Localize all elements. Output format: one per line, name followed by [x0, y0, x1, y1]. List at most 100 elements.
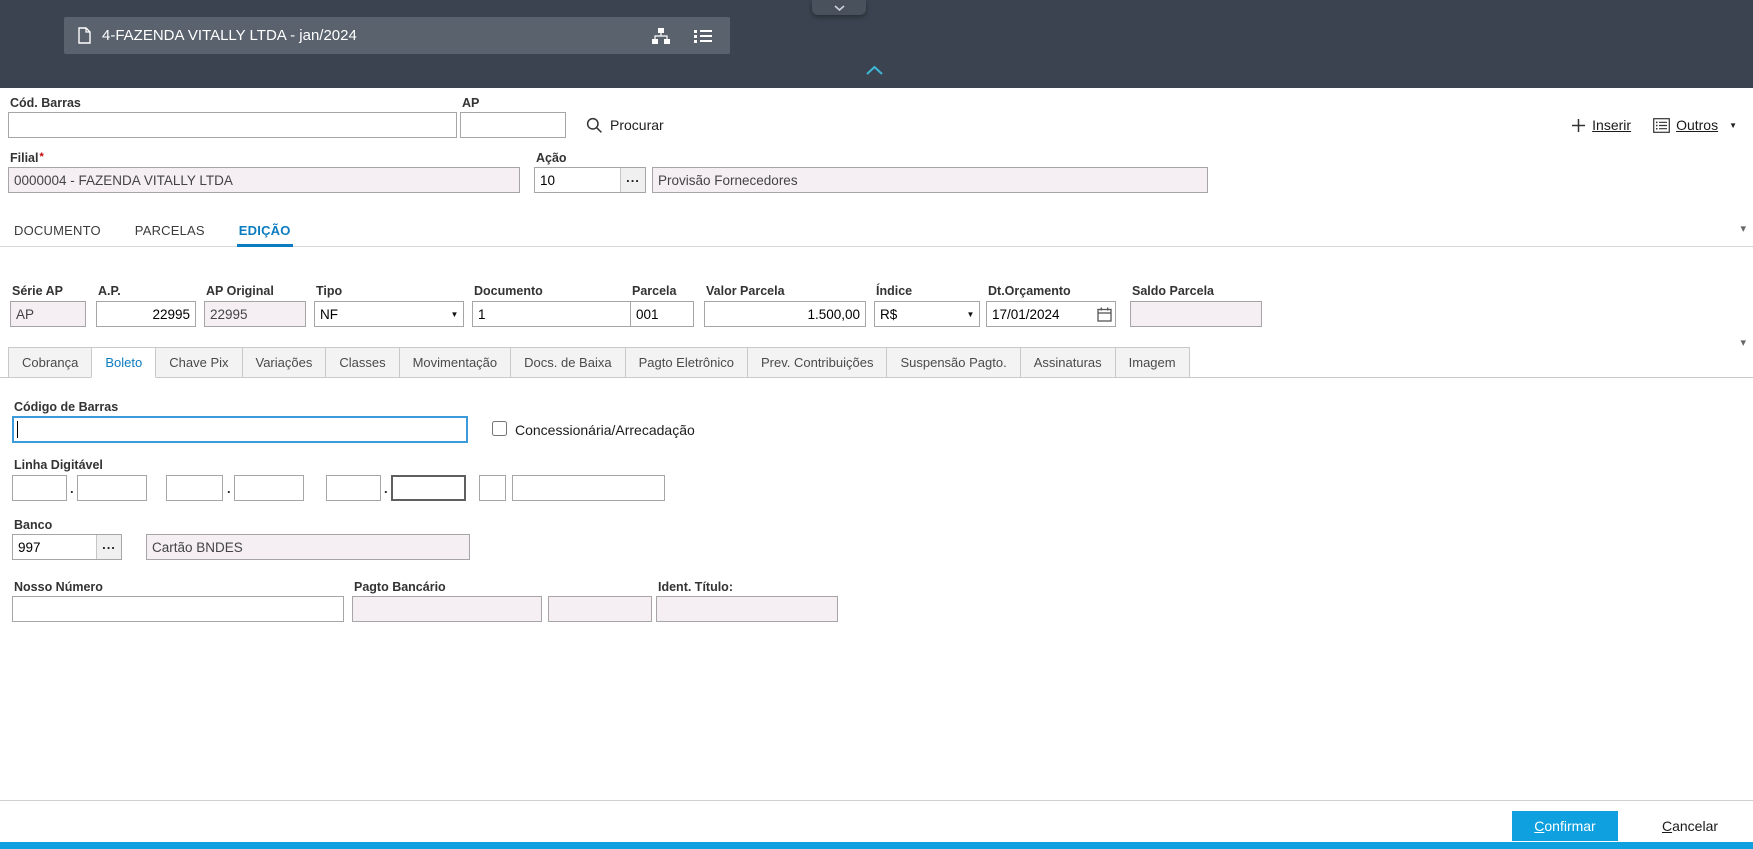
dt-orcamento-input[interactable]: [987, 302, 1093, 326]
linha-separator-dot: .: [227, 481, 231, 496]
documento-label: Documento: [474, 284, 543, 298]
subtab-suspensao-pagto[interactable]: Suspensão Pagto.: [886, 347, 1021, 378]
ap-label: AP: [462, 96, 480, 110]
ap-original-label: AP Original: [206, 284, 274, 298]
inserir-button[interactable]: Inserir: [1571, 117, 1631, 133]
subtab-prev-contribuicoes[interactable]: Prev. Contribuições: [746, 347, 888, 378]
ap-input[interactable]: [460, 112, 566, 138]
linha-digitavel-field-6[interactable]: [391, 475, 466, 501]
acao-lookup-button[interactable]: ...: [620, 168, 645, 192]
linha-separator-dot: .: [384, 481, 388, 496]
cod-barras-label: Cód. Barras: [10, 96, 81, 110]
procurar-label: Procurar: [610, 117, 664, 133]
acao-label: Ação: [536, 151, 567, 165]
ap-number-label: A.P.: [98, 284, 121, 298]
nosso-numero-input[interactable]: [12, 596, 344, 622]
indice-caret-icon: ▼: [966, 309, 975, 319]
filial-label: Filial*: [10, 151, 44, 165]
ident-titulo-input: [656, 596, 838, 622]
linha-separator-dot: .: [70, 481, 74, 496]
acao-code-group: ...: [534, 167, 646, 193]
main-tabs-scroll-caret-icon[interactable]: ▾: [1740, 222, 1746, 235]
tab-documento[interactable]: DOCUMENTO: [12, 223, 103, 247]
ident-titulo-label: Ident. Título:: [658, 580, 733, 594]
documento-input[interactable]: [472, 301, 636, 327]
outros-label: Outros: [1676, 117, 1719, 133]
subtab-boleto[interactable]: Boleto: [91, 347, 157, 378]
tipo-value: NF: [320, 307, 338, 322]
ap-original-input: [204, 301, 306, 327]
footer-divider: [0, 800, 1753, 801]
concessionaria-checkbox[interactable]: [492, 421, 507, 436]
bottom-accent-strip: [0, 842, 1753, 849]
valor-parcela-input[interactable]: [704, 301, 866, 327]
subtab-chave-pix[interactable]: Chave Pix: [155, 347, 243, 378]
outros-button[interactable]: Outros ▼: [1653, 117, 1737, 133]
header-collapse-button[interactable]: [866, 65, 883, 75]
required-marker: *: [39, 151, 44, 163]
chevron-up-icon: [866, 62, 883, 79]
subtab-assinaturas[interactable]: Assinaturas: [1019, 347, 1116, 378]
confirmar-button[interactable]: Confirmar: [1512, 811, 1618, 841]
tipo-select[interactable]: NF ▼: [314, 301, 464, 327]
inserir-label: Inserir: [1592, 117, 1632, 133]
banco-code-group: ...: [12, 534, 122, 560]
linha-digitavel-field-8[interactable]: [512, 475, 665, 501]
tab-edicao[interactable]: EDIÇÃO: [236, 223, 293, 247]
subtab-cobranca[interactable]: Cobrança: [8, 347, 93, 378]
banco-label: Banco: [14, 518, 53, 532]
outros-caret-icon: ▼: [1729, 120, 1737, 130]
document-tab[interactable]: 4-FAZENDA VITALLY LTDA - jan/2024: [64, 17, 730, 54]
subtab-variacoes[interactable]: Variações: [241, 347, 327, 378]
pagto-bancario-input-2: [548, 596, 652, 622]
tipo-caret-icon: ▼: [450, 309, 459, 319]
list-view-icon[interactable]: [694, 29, 712, 43]
pagto-bancario-label: Pagto Bancário: [354, 580, 446, 594]
subtab-imagem[interactable]: Imagem: [1114, 347, 1190, 378]
document-icon: [78, 27, 91, 44]
cancelar-button[interactable]: Cancelar: [1642, 811, 1738, 841]
serie-ap-label: Série AP: [12, 284, 63, 298]
banco-code-input[interactable]: [13, 535, 96, 559]
cod-barras-input[interactable]: [8, 112, 457, 138]
subtab-docs-de-baixa[interactable]: Docs. de Baixa: [510, 347, 626, 378]
subtab-classes[interactable]: Classes: [325, 347, 400, 378]
codigo-barras-input[interactable]: [12, 416, 468, 443]
dt-orcamento-group: [986, 301, 1116, 327]
tab-parcelas[interactable]: PARCELAS: [133, 223, 207, 247]
nosso-numero-label: Nosso Número: [14, 580, 103, 594]
linha-digitavel-field-1[interactable]: [12, 475, 67, 501]
indice-label: Índice: [876, 284, 913, 298]
search-icon: [586, 117, 603, 134]
linha-digitavel-field-2[interactable]: [77, 475, 147, 501]
ap-number-input[interactable]: [96, 301, 196, 327]
saldo-parcela-label: Saldo Parcela: [1132, 284, 1214, 298]
sub-tabs: Cobrança Boleto Chave Pix Variações Clas…: [0, 347, 1753, 378]
subtab-movimentacao[interactable]: Movimentação: [398, 347, 512, 378]
linha-digitavel-label: Linha Digitável: [14, 458, 103, 472]
top-header: 4-FAZENDA VITALLY LTDA - jan/2024: [0, 0, 1753, 88]
procurar-button[interactable]: Procurar: [586, 112, 664, 138]
pagto-bancario-input-1: [352, 596, 542, 622]
menu-list-icon: [1653, 117, 1670, 133]
dt-orcamento-label: Dt.Orçamento: [988, 284, 1071, 298]
calendar-icon[interactable]: [1093, 302, 1115, 326]
banco-lookup-button[interactable]: ...: [96, 535, 121, 559]
linha-digitavel-field-7[interactable]: [479, 475, 506, 501]
parcela-input[interactable]: [630, 301, 694, 327]
acao-code-input[interactable]: [535, 168, 620, 192]
linha-digitavel-field-5[interactable]: [326, 475, 381, 501]
document-tab-title: 4-FAZENDA VITALLY LTDA - jan/2024: [102, 27, 357, 44]
linha-digitavel-field-4[interactable]: [234, 475, 304, 501]
plus-icon: [1571, 118, 1586, 133]
subtab-pagto-eletronico[interactable]: Pagto Eletrônico: [624, 347, 748, 378]
top-collapse-handle[interactable]: [812, 0, 866, 15]
linha-digitavel-field-3[interactable]: [166, 475, 223, 501]
concessionaria-label: Concessionária/Arrecadação: [515, 422, 695, 438]
serie-ap-input: [10, 301, 86, 327]
indice-select[interactable]: R$ ▼: [874, 301, 980, 327]
valor-parcela-label: Valor Parcela: [706, 284, 785, 298]
tree-view-icon[interactable]: [652, 27, 670, 44]
filial-input: [8, 167, 520, 193]
indice-value: R$: [880, 307, 898, 322]
